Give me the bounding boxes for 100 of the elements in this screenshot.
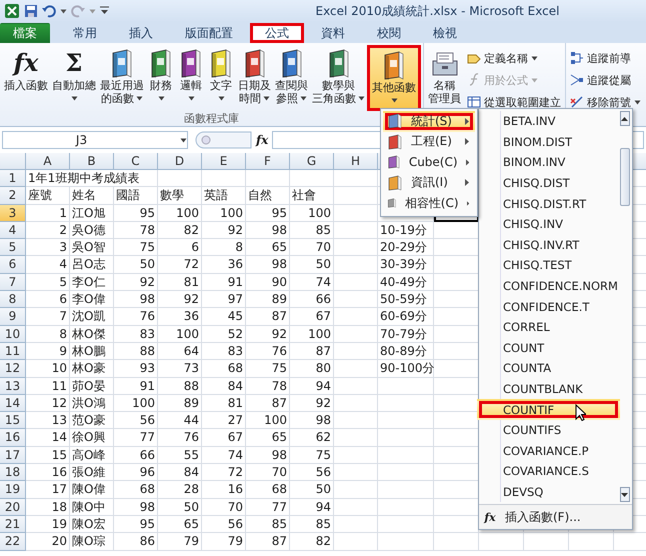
table-cell: 100	[202, 204, 246, 222]
table-cell: 74	[290, 274, 334, 292]
table-cell: 78	[246, 378, 290, 395]
window-title: Excel 2010成績統計.xlsx - Microsoft Excel	[314, 2, 560, 20]
table-cell: 98	[246, 222, 290, 240]
column-title-cell: 自然	[246, 187, 290, 205]
table-cell: 11	[26, 378, 70, 395]
group-label: 函數程式庫	[184, 112, 239, 126]
table-cell: 林O傑	[70, 326, 114, 343]
table-cell: 85	[290, 516, 334, 534]
table-cell: 75	[290, 446, 334, 464]
table-cell: 茆O晏	[70, 378, 114, 395]
table-cell: 90	[246, 274, 290, 292]
table-cell: 70	[246, 464, 290, 482]
table-cell: 100	[114, 394, 158, 412]
table-cell: 36	[202, 256, 246, 274]
table-cell: 89	[246, 291, 290, 308]
table-cell: 20	[26, 533, 70, 551]
table-cell: 95	[114, 204, 158, 222]
table-cell: 36	[158, 308, 202, 326]
table-cell: 陳O中	[70, 498, 114, 516]
table-cell: 76	[114, 308, 158, 326]
table-cell: 92	[158, 291, 202, 308]
column-title-cell: 英語	[202, 187, 246, 205]
table-cell: 94	[290, 498, 334, 516]
table-cell: 66	[290, 291, 334, 308]
table-cell: 92	[290, 394, 334, 412]
table-cell: 2	[26, 222, 70, 240]
table-cell: 李O仁	[70, 274, 114, 292]
table-cell: 30-39分	[378, 256, 434, 274]
table-cell: 92	[202, 222, 246, 240]
table-cell: 徐O興	[70, 429, 114, 447]
table-cell: 98	[246, 446, 290, 464]
table-cell: 5	[26, 274, 70, 292]
table-cell: 100	[290, 326, 334, 343]
table-cell: 3	[26, 239, 70, 256]
table-cell: 56	[202, 516, 246, 534]
table-cell: 95	[114, 516, 158, 534]
table-cell: 林O鵬	[70, 342, 114, 360]
table-cell: 50	[290, 481, 334, 499]
table-cell: 76	[158, 429, 202, 447]
table-cell: 8	[202, 239, 246, 256]
table-cell: 80	[290, 360, 334, 378]
column-title-cell: 社會	[290, 187, 334, 205]
table-cell: 范O豪	[70, 412, 114, 430]
table-cell: 吳O智	[70, 239, 114, 256]
table-cell: 62	[290, 429, 334, 447]
table-cell: 68	[246, 481, 290, 499]
table-cell: 70-79分	[378, 326, 434, 343]
table-cell: 98	[114, 291, 158, 308]
table-cell: 64	[158, 342, 202, 360]
table-cell: 40-49分	[378, 274, 434, 292]
table-cell: 72	[202, 464, 246, 482]
table-cell: 林O豪	[70, 360, 114, 378]
table-cell: 73	[158, 360, 202, 378]
table-cell: 14	[26, 429, 70, 447]
table-cell: 6	[26, 291, 70, 308]
table-cell: 12	[26, 394, 70, 412]
table-cell: 84	[202, 378, 246, 395]
table-cell: 52	[202, 326, 246, 343]
table-cell: 1	[26, 204, 70, 222]
table-cell: 70	[202, 498, 246, 516]
table-cell: 陳O琮	[70, 533, 114, 551]
table-cell: 100	[246, 412, 290, 430]
table-cell: 7	[26, 308, 70, 326]
table-cell: 李O偉	[70, 291, 114, 308]
table-cell: 91	[202, 274, 246, 292]
table-cell: 68	[202, 360, 246, 378]
table-cell: 17	[26, 481, 70, 499]
table-cell: 88	[114, 342, 158, 360]
table-cell: 吳O德	[70, 222, 114, 240]
table-cell: 呂O志	[70, 256, 114, 274]
table-cell: 55	[158, 446, 202, 464]
sheet-title-cell: 1年1班期中考成績表	[26, 170, 158, 188]
column-title-cell: 姓名	[70, 187, 114, 205]
table-cell: 98	[290, 412, 334, 430]
table-cell: 65	[246, 239, 290, 256]
table-cell: 16	[202, 481, 246, 499]
table-cell: 60-69分	[378, 308, 434, 326]
table-cell: 90-100分	[378, 360, 434, 378]
table-cell: 85	[290, 222, 334, 240]
table-cell: 江O旭	[70, 204, 114, 222]
column-title-cell: 國語	[114, 187, 158, 205]
table-cell: 沈O凱	[70, 308, 114, 326]
table-cell: 70	[290, 239, 334, 256]
table-cell: 16	[26, 464, 70, 482]
table-cell: 72	[158, 256, 202, 274]
table-cell: 87	[246, 394, 290, 412]
table-cell: 79	[158, 533, 202, 551]
table-cell: 83	[114, 326, 158, 343]
table-cell: 50	[114, 256, 158, 274]
table-cell: 80-89分	[378, 342, 434, 360]
table-cell: 98	[114, 498, 158, 516]
table-cell: 96	[114, 464, 158, 482]
table-cell: 94	[290, 378, 334, 395]
table-cell: 76	[246, 342, 290, 360]
table-cell: 81	[158, 274, 202, 292]
table-cell: 87	[246, 533, 290, 551]
table-cell: 19	[26, 516, 70, 534]
table-cell: 84	[158, 464, 202, 482]
